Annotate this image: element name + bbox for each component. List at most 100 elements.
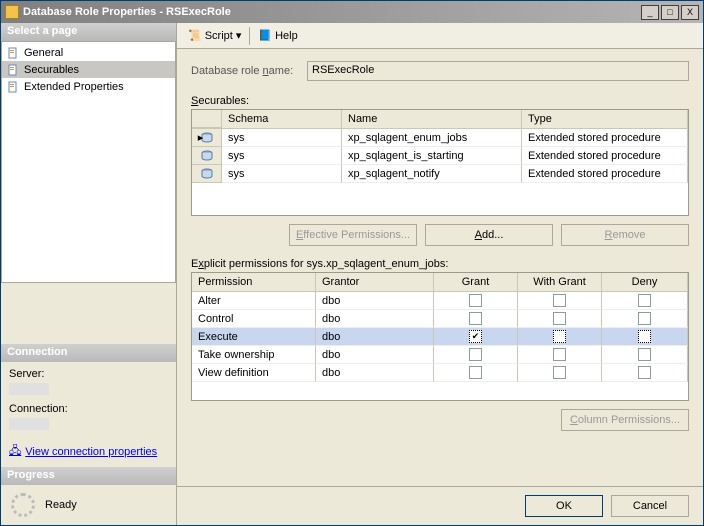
- table-row[interactable]: Controldbo: [192, 310, 688, 328]
- connection-label: Connection:: [9, 403, 168, 415]
- add-button[interactable]: Add...: [425, 224, 553, 246]
- connection-value: [9, 418, 49, 430]
- progress-status: Ready: [45, 499, 77, 511]
- progress-spinner-icon: [11, 493, 35, 517]
- page-icon: [6, 81, 20, 93]
- col-header-withgrant[interactable]: With Grant: [518, 273, 602, 291]
- grant-checkbox[interactable]: [469, 366, 482, 379]
- cell-permission: View definition: [192, 364, 316, 382]
- deny-checkbox[interactable]: [638, 312, 651, 325]
- grant-checkbox[interactable]: [469, 348, 482, 361]
- title-bar: Database Role Properties - RSExecRole _ …: [1, 1, 703, 23]
- with-grant-checkbox[interactable]: [553, 366, 566, 379]
- progress-header: Progress: [1, 467, 176, 485]
- close-button[interactable]: X: [681, 5, 699, 20]
- cell-permission: Control: [192, 310, 316, 328]
- remove-button[interactable]: Remove: [561, 224, 689, 246]
- script-label: Script: [205, 30, 233, 42]
- chevron-down-icon: ▾: [236, 29, 242, 42]
- window-title: Database Role Properties - RSExecRole: [23, 6, 639, 18]
- permissions-grid: Permission Grantor Grant With Grant Deny…: [191, 272, 689, 401]
- cell-grantor: dbo: [316, 292, 434, 310]
- cell-type: Extended stored procedure: [522, 165, 688, 183]
- object-icon: [192, 165, 222, 183]
- script-button[interactable]: 📜 Script ▾: [183, 27, 246, 44]
- cell-permission: Execute: [192, 328, 316, 346]
- grant-checkbox[interactable]: [469, 312, 482, 325]
- col-header-permission[interactable]: Permission: [192, 273, 316, 291]
- help-icon: 📘: [258, 29, 272, 42]
- securables-label: Securables:: [191, 95, 689, 107]
- page-list: General Securables Extended Properties: [1, 41, 176, 283]
- col-header-deny[interactable]: Deny: [602, 273, 688, 291]
- connection-header: Connection: [1, 344, 176, 362]
- with-grant-checkbox[interactable]: [553, 330, 566, 343]
- col-header-schema[interactable]: Schema: [222, 110, 342, 128]
- table-row[interactable]: sysxp_sqlagent_notifyExtended stored pro…: [192, 165, 688, 183]
- column-permissions-button[interactable]: Column Permissions...: [561, 409, 689, 431]
- role-name-input[interactable]: RSExecRole: [307, 61, 689, 81]
- cell-name: xp_sqlagent_is_starting: [342, 147, 522, 165]
- deny-checkbox[interactable]: [638, 348, 651, 361]
- col-header-icon[interactable]: [192, 110, 222, 128]
- table-row[interactable]: sysxp_sqlagent_is_startingExtended store…: [192, 147, 688, 165]
- col-header-name[interactable]: Name: [342, 110, 522, 128]
- col-header-type[interactable]: Type: [522, 110, 688, 128]
- grant-checkbox[interactable]: [469, 330, 482, 343]
- cancel-button[interactable]: Cancel: [611, 495, 689, 517]
- app-icon: [5, 5, 19, 19]
- view-connection-label: View connection properties: [25, 446, 157, 458]
- sidebar-item-securables[interactable]: Securables: [2, 61, 175, 78]
- left-panel: Select a page General Securables Extended …: [1, 23, 177, 525]
- sidebar-item-label: Extended Properties: [24, 81, 124, 93]
- sidebar-item-label: Securables: [24, 64, 79, 76]
- deny-checkbox[interactable]: [638, 330, 651, 343]
- server-value: [9, 383, 49, 395]
- object-icon: [192, 147, 222, 165]
- with-grant-checkbox[interactable]: [553, 294, 566, 307]
- cell-grantor: dbo: [316, 346, 434, 364]
- view-connection-link[interactable]: 🖧 View connection properties: [9, 442, 157, 461]
- ok-button[interactable]: OK: [525, 495, 603, 517]
- page-icon: [6, 64, 20, 76]
- minimize-button[interactable]: _: [641, 5, 659, 20]
- with-grant-checkbox[interactable]: [553, 348, 566, 361]
- sidebar-item-general[interactable]: General: [2, 44, 175, 61]
- table-row[interactable]: ▸sysxp_sqlagent_enum_jobsExtended stored…: [192, 129, 688, 147]
- table-row[interactable]: View definitiondbo: [192, 364, 688, 382]
- cell-grantor: dbo: [316, 310, 434, 328]
- with-grant-checkbox[interactable]: [553, 312, 566, 325]
- col-header-grant[interactable]: Grant: [434, 273, 518, 291]
- col-header-grantor[interactable]: Grantor: [316, 273, 434, 291]
- cell-type: Extended stored procedure: [522, 147, 688, 165]
- right-panel: 📜 Script ▾ 📘 Help Database role name: RS…: [177, 23, 703, 525]
- dialog-footer: OK Cancel: [177, 486, 703, 525]
- effective-permissions-button[interactable]: Effective Permissions...: [289, 224, 417, 246]
- cell-grantor: dbo: [316, 328, 434, 346]
- maximize-button[interactable]: □: [661, 5, 679, 20]
- toolbar: 📜 Script ▾ 📘 Help: [177, 23, 703, 49]
- role-name-label: Database role name:: [191, 65, 299, 77]
- cell-type: Extended stored procedure: [522, 129, 688, 147]
- table-row[interactable]: Take ownershipdbo: [192, 346, 688, 364]
- table-row[interactable]: Executedbo: [192, 328, 688, 346]
- cell-permission: Take ownership: [192, 346, 316, 364]
- explicit-label: Explicit permissions for sys.xp_sqlagent…: [191, 258, 689, 270]
- sidebar-item-label: General: [24, 47, 63, 59]
- help-button[interactable]: 📘 Help: [253, 27, 302, 44]
- cell-name: xp_sqlagent_enum_jobs: [342, 129, 522, 147]
- table-row[interactable]: Alterdbo: [192, 292, 688, 310]
- securables-grid: Schema Name Type ▸sysxp_sqlagent_enum_jo…: [191, 109, 689, 216]
- cell-schema: sys: [222, 165, 342, 183]
- cell-name: xp_sqlagent_notify: [342, 165, 522, 183]
- help-label: Help: [275, 30, 298, 42]
- deny-checkbox[interactable]: [638, 294, 651, 307]
- cell-schema: sys: [222, 147, 342, 165]
- cell-grantor: dbo: [316, 364, 434, 382]
- server-label: Server:: [9, 368, 168, 380]
- sidebar-item-extended-properties[interactable]: Extended Properties: [2, 78, 175, 95]
- grant-checkbox[interactable]: [469, 294, 482, 307]
- deny-checkbox[interactable]: [638, 366, 651, 379]
- script-icon: 📜: [188, 29, 202, 42]
- select-page-header: Select a page: [1, 23, 176, 41]
